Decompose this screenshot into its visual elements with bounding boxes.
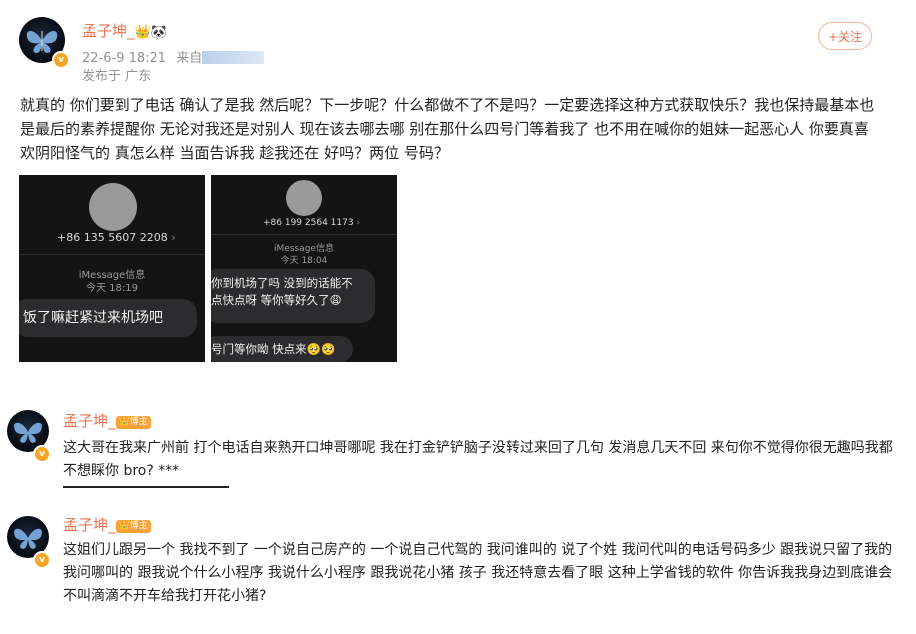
author-badge: 👑博主 — [115, 520, 151, 533]
post-location: 发布于 广东 — [82, 69, 152, 84]
comment-text: 这姐们儿跟另一个 我找不到了 一个说自己房产的 一个说自己代驾的 我问谁叫的 说… — [63, 542, 893, 604]
verified-badge-icon: v — [52, 51, 70, 69]
author-badges: 👑🐼 — [134, 25, 167, 40]
comment-author-name[interactable]: 孟子坤_ 👑博主 — [63, 410, 151, 431]
message-text-line-2: 点快点呀 等你等好久了😩 — [211, 293, 342, 307]
post-date[interactable]: 22-6-9 18:21 — [82, 51, 166, 66]
post-author-name[interactable]: 孟子坤_👑🐼 — [82, 20, 167, 41]
message-text: 号门等你呦 快点来🥺🥺 — [211, 342, 336, 356]
author-badge: 👑博主 — [115, 416, 151, 429]
comment-underline — [63, 486, 229, 488]
message-time: 今天 18:04 — [280, 256, 328, 266]
divider — [211, 234, 397, 235]
post-image-2[interactable]: +86 199 2564 1173 › iMessage信息 今天 18:04 … — [211, 175, 397, 362]
message-text-line-1: 你到机场了吗 没到的话能不 — [211, 276, 353, 290]
contact-phone-text: +86 199 2564 1173 — [263, 218, 354, 228]
verified-badge-icon: v — [33, 445, 51, 463]
comment-text: 这大哥在我来广州前 打个电话自来熟开口坤哥哪呢 我在打金铲铲脑子没转过来回了几句… — [63, 440, 893, 479]
comment-author-text: 孟子坤_ — [63, 516, 116, 534]
source-redacted — [202, 51, 265, 64]
message-bubble: 号门等你呦 快点来🥺🥺 — [211, 336, 353, 362]
post-text: 就真的 你们要到了电话 确认了是我 然后呢？下一步呢？什么都做不了不是吗？一定要… — [20, 96, 875, 162]
message-bubble: 饭了嘛赶紧过来机场吧 — [19, 299, 197, 337]
message-time: 今天 18:19 — [86, 283, 138, 294]
comment-author-text: 孟子坤_ — [63, 412, 116, 430]
verified-badge-icon: v — [33, 551, 51, 569]
comment-author-name[interactable]: 孟子坤_ 👑博主 — [63, 514, 151, 535]
contact-phone-text: +86 135 5607 2208 — [57, 231, 168, 244]
contact-avatar-icon — [89, 183, 137, 231]
contact-avatar-icon — [286, 180, 322, 216]
post-image-1[interactable]: +86 135 5607 2208 › iMessage信息 今天 18:19 … — [19, 175, 205, 362]
divider — [19, 254, 205, 255]
contact-phone: +86 199 2564 1173 › — [263, 218, 361, 228]
post-date-source: 22-6-9 18:21 来自 — [82, 47, 265, 66]
contact-phone: +86 135 5607 2208 › — [57, 231, 176, 244]
author-name-text: 孟子坤_ — [82, 22, 135, 40]
source-prefix: 来自 — [176, 51, 203, 66]
message-text: 饭了嘛赶紧过来机场吧 — [23, 310, 163, 326]
message-bubble: 你到机场了吗 没到的话能不 点快点呀 等你等好久了😩 — [211, 269, 375, 323]
follow-button[interactable]: +关注 — [818, 22, 872, 50]
